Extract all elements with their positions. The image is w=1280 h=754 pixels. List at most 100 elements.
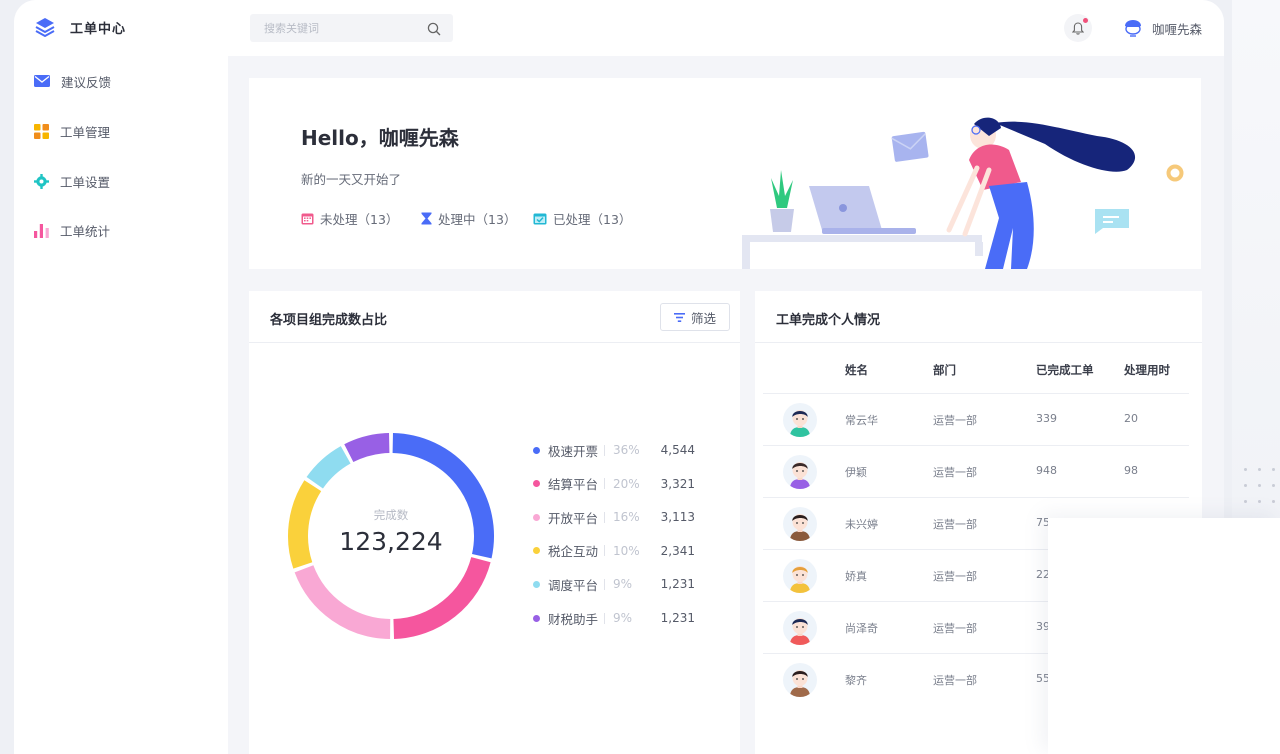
sidebar-item-label: 工单管理 [60, 124, 111, 140]
table-row[interactable]: 伊颖 运营一部 948 98 [763, 445, 1189, 497]
grid-icon [34, 123, 49, 139]
legend-item[interactable]: 极速开票 36% 4,544 [533, 441, 695, 459]
sidebar-item-label: 工单设置 [60, 174, 111, 190]
mail-icon [34, 75, 50, 87]
stat-label: 处理中（13） [438, 212, 517, 227]
cell-department: 运营一部 [933, 518, 977, 531]
stat-processed[interactable]: 已处理（13） [533, 209, 631, 228]
legend-percent: 10% [613, 543, 640, 558]
card-title: 工单完成个人情况 [776, 313, 881, 328]
cell-duration: 20 [1124, 412, 1138, 425]
avatar [783, 507, 817, 541]
legend-divider [604, 545, 605, 557]
column-header-duration: 处理用时 [1124, 363, 1170, 377]
sidebar-item-label: 工单统计 [60, 223, 111, 239]
sidebar-item-label: 建议反馈 [61, 74, 112, 90]
sidebar-item-ticket-statistics[interactable]: 工单统计 [34, 218, 110, 242]
cell-name: 未兴婷 [845, 518, 878, 531]
gear-icon [34, 173, 49, 189]
legend-divider [604, 444, 605, 456]
legend-item[interactable]: 结算平台 20% 3,321 [533, 475, 695, 493]
cell-department: 运营一部 [933, 622, 977, 635]
cell-completed: 948 [1036, 464, 1057, 477]
cell-name: 尚泽奇 [845, 622, 878, 635]
cell-department: 运营一部 [933, 414, 977, 427]
legend-label: 极速开票 [548, 443, 599, 459]
donut-slice-4[interactable] [288, 480, 322, 569]
sidebar-item-feedback[interactable]: 建议反馈 [34, 69, 111, 93]
overlay-panel [1048, 518, 1280, 754]
legend-value: 4,544 [660, 443, 695, 457]
donut-slice-2[interactable] [393, 556, 491, 639]
stat-label: 已处理（13） [553, 212, 632, 227]
welcome-banner: Hello，咖喱先森 新的一天又开始了 未处理（13） 处理中（13） 已处理（… [249, 78, 1201, 269]
avatar [783, 403, 817, 437]
greeting-title: Hello，咖喱先森 [301, 126, 459, 150]
hourglass-icon [421, 212, 432, 225]
legend-divider [604, 612, 605, 624]
greeting-subtitle: 新的一天又开始了 [301, 172, 402, 187]
bar-chart-icon [34, 223, 49, 238]
cell-name: 娇真 [845, 570, 867, 583]
legend-label: 税企互动 [548, 544, 599, 560]
column-header-department: 部门 [933, 363, 956, 377]
legend-label: 开放平台 [548, 510, 599, 526]
stat-unprocessed[interactable]: 未处理（13） [301, 209, 398, 228]
legend-item[interactable]: 税企互动 10% 2,341 [533, 542, 695, 560]
legend-percent: 9% [613, 577, 633, 592]
layers-icon [35, 18, 55, 37]
legend-divider [604, 578, 605, 590]
legend-value: 1,231 [660, 577, 695, 592]
avatar [783, 455, 817, 489]
notification-badge [1083, 18, 1088, 23]
legend-percent: 20% [613, 476, 640, 491]
legend-dot [533, 446, 540, 454]
donut-slice-3[interactable] [294, 564, 391, 639]
notification-button[interactable] [1064, 14, 1092, 42]
welcome-illustration [742, 117, 1184, 269]
stat-label: 未处理（13） [320, 212, 399, 227]
bell-icon [1072, 21, 1084, 35]
donut-slice-6[interactable] [344, 433, 390, 463]
donut-center-value: 123,224 [339, 527, 443, 556]
sidebar-item-ticket-settings[interactable]: 工单设置 [34, 169, 110, 193]
donut-slice-5[interactable] [306, 446, 351, 489]
search-box [250, 14, 453, 42]
user-menu[interactable]: 咖喱先森 [1122, 17, 1202, 39]
legend-item[interactable]: 调度平台 9% 1,231 [533, 575, 695, 593]
column-header-completed: 已完成工单 [1036, 363, 1094, 377]
legend-divider [604, 511, 605, 523]
legend-label: 调度平台 [548, 577, 599, 593]
cell-name: 伊颖 [845, 466, 867, 479]
legend-label: 财税助手 [548, 611, 599, 627]
avatar [783, 559, 817, 593]
search-input[interactable] [264, 21, 424, 35]
dot-pattern [1242, 464, 1280, 524]
user-avatar-icon [1125, 20, 1141, 37]
legend-item[interactable]: 财税助手 9% 1,231 [533, 609, 695, 627]
cell-duration: 98 [1124, 464, 1138, 477]
legend-value: 2,341 [660, 543, 695, 558]
legend-value: 3,321 [660, 476, 695, 491]
sidebar-item-ticket-management[interactable]: 工单管理 [34, 119, 110, 143]
cell-department: 运营一部 [933, 466, 977, 479]
stat-processing[interactable]: 处理中（13） [421, 209, 516, 228]
legend-percent: 16% [613, 510, 640, 525]
search-icon[interactable] [427, 21, 441, 40]
legend-divider [604, 478, 605, 490]
top-bar: 咖喱先森 [228, 0, 1224, 56]
avatar [783, 663, 817, 697]
legend-value: 1,231 [660, 611, 695, 625]
cell-department: 运营一部 [933, 674, 977, 687]
legend-item[interactable]: 开放平台 16% 3,113 [533, 508, 695, 526]
app-logo[interactable]: 工单中心 [34, 16, 126, 38]
legend-dot [533, 614, 540, 622]
sidebar: 工单中心 建议反馈 工单管理 工单设置 工单统计 [14, 0, 228, 754]
user-name: 咖喱先森 [1152, 21, 1203, 37]
cell-name: 黎齐 [845, 674, 867, 687]
legend-value: 3,113 [660, 510, 695, 525]
avatar [783, 611, 817, 645]
legend-dot [533, 547, 540, 555]
cell-department: 运营一部 [933, 570, 977, 583]
table-row[interactable]: 常云华 运营一部 339 20 [763, 393, 1189, 445]
